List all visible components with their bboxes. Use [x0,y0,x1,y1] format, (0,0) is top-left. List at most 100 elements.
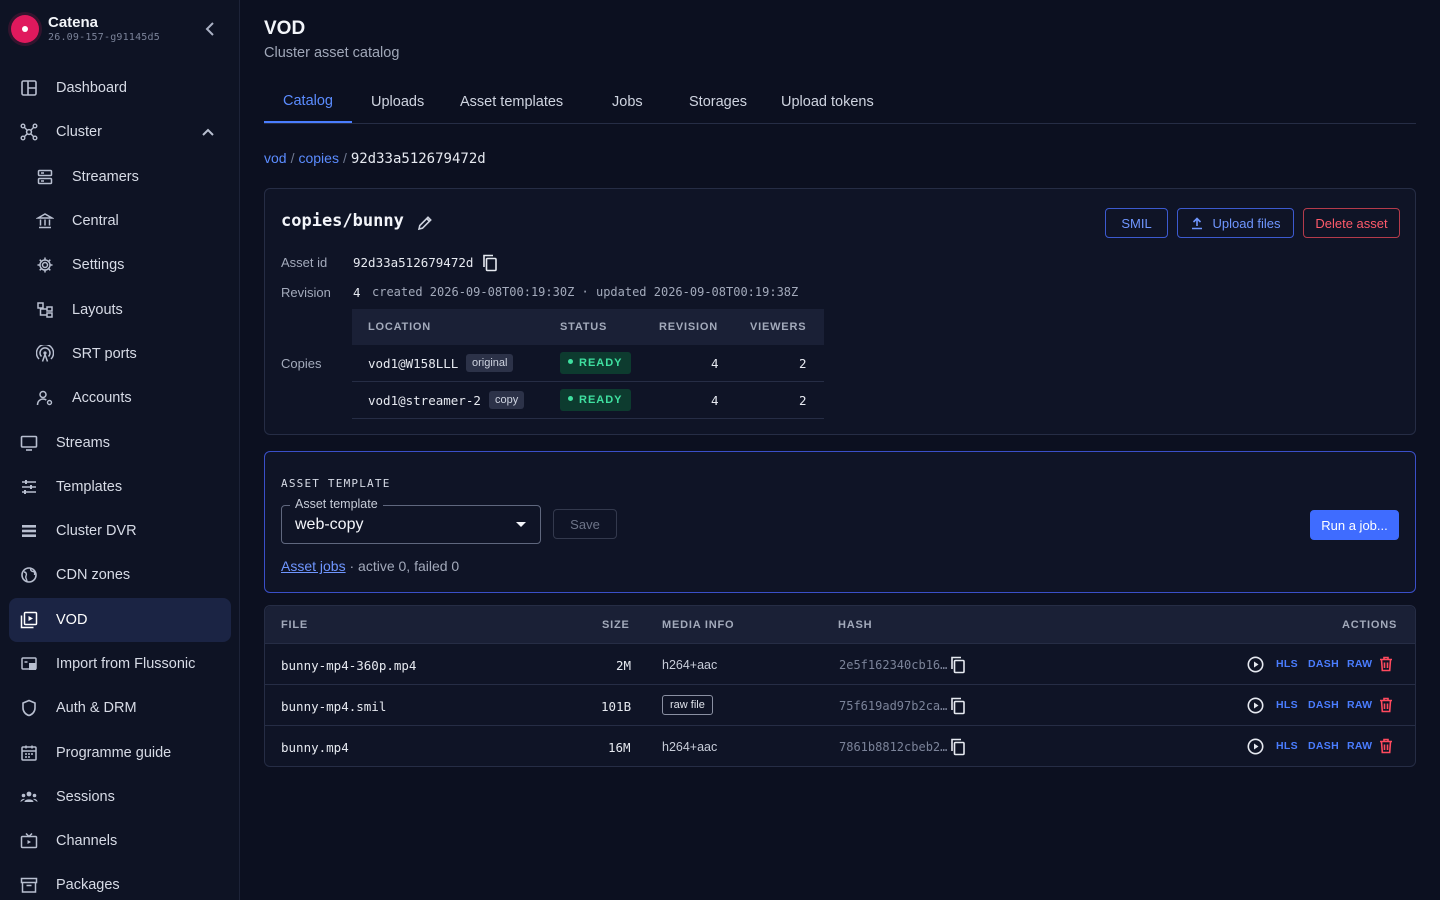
sidebar-item-cdn-zones[interactable]: CDN zones [0,553,239,597]
dash-link[interactable]: DASH [1308,699,1339,711]
raw-link[interactable]: RAW [1347,699,1372,711]
sidebar-item-streamers[interactable]: Streamers [0,155,239,199]
copy-icon[interactable] [950,697,966,715]
sidebar-item-central[interactable]: Central [0,199,239,243]
calendar-icon [20,744,38,762]
sidebar-item-cluster-dvr[interactable]: Cluster DVR [0,509,239,553]
bank-icon [36,212,54,230]
sidebar-item-label: Central [72,213,119,230]
breadcrumb-vod[interactable]: vod [264,150,287,166]
sidebar-item-label: Programme guide [56,744,172,761]
users-icon [20,788,38,806]
asset-name: copies/bunny [281,211,404,231]
sidebar-item-dashboard[interactable]: Dashboard [0,66,239,110]
play-icon[interactable] [1247,656,1264,673]
raw-link[interactable]: RAW [1347,658,1372,670]
tv-icon [20,832,38,850]
sidebar-item-label: Import from Flussonic [56,656,196,672]
brand: Catena 26.09-157-g91145d5 [0,0,239,60]
sidebar-item-srt-ports[interactable]: SRT ports [0,332,239,376]
asset-template-value: web-copy [295,516,364,533]
hls-link[interactable]: HLS [1276,699,1298,711]
brand-version: 26.09-157-g91145d5 [48,32,160,43]
sidebar-item-label: Auth & DRM [56,700,137,717]
file-hash: 7861b8812cbeb2… [839,740,948,754]
hls-link[interactable]: HLS [1276,740,1298,752]
breadcrumb-copies[interactable]: copies [298,150,338,166]
tab-storages[interactable]: Storages [689,80,747,123]
status-badge: READY [560,389,631,411]
sidebar-item-accounts[interactable]: Accounts [0,376,239,420]
asset-jobs-link[interactable]: Asset jobs [281,558,346,574]
cluster-icon [20,123,38,141]
copy-role-tag: original [466,354,514,372]
save-button[interactable]: Save [553,509,617,539]
copy-role-tag: copy [489,391,525,409]
sidebar-item-vod[interactable]: VOD [9,597,231,642]
chevron-left-icon [205,22,214,36]
tab-bar: Catalog Uploads Asset templates Jobs Sto… [264,80,1416,124]
tab-asset-templates[interactable]: Asset templates [460,80,563,123]
tab-jobs[interactable]: Jobs [612,80,643,123]
sidebar-item-layouts[interactable]: Layouts [0,287,239,331]
play-icon[interactable] [1247,738,1264,755]
sidebar-item-templates[interactable]: Templates [0,465,239,509]
table-row: vod1@streamer-2 copy READY 4 2 [352,382,824,419]
sidebar-item-settings[interactable]: Settings [0,243,239,287]
file-name: bunny.mp4 [281,740,349,755]
copy-location: vod1@W158LLL [368,356,459,371]
sidebar-item-import-flussonic[interactable]: Import from Flussonic [0,642,239,686]
monitor-icon [20,434,38,452]
tab-upload-tokens[interactable]: Upload tokens [781,80,874,123]
page-subtitle: Cluster asset catalog [264,45,400,61]
copy-viewers: 2 [799,356,807,371]
file-hash: 75f619ad97b2ca… [839,699,948,713]
sidebar-nav: Dashboard Cluster Streamers Central Sett… [0,66,239,900]
copy-icon[interactable] [950,656,966,674]
files-table: FILE SIZE MEDIA INFO HASH ACTIONS bunny-… [264,605,1416,767]
trash-icon[interactable] [1379,656,1393,672]
copy-icon[interactable] [482,254,498,272]
copy-icon[interactable] [950,738,966,756]
tab-catalog[interactable]: Catalog [264,80,352,123]
upload-files-button[interactable]: Upload files [1177,208,1294,238]
server-icon [36,168,54,186]
sidebar-item-label: Sessions [56,788,115,805]
asset-template-select[interactable]: Asset template web-copy [281,497,541,544]
col-file: FILE [281,619,309,631]
pencil-icon[interactable] [416,214,434,232]
caret-down-icon [516,522,526,527]
sidebar-item-sessions[interactable]: Sessions [0,775,239,819]
revision-value: 4 [353,285,361,300]
dash-link[interactable]: DASH [1308,740,1339,752]
shield-icon [20,699,38,717]
sidebar-item-streams[interactable]: Streams [0,420,239,464]
hls-link[interactable]: HLS [1276,658,1298,670]
sidebar-item-label: Streams [56,434,110,451]
chevron-up-icon [201,125,215,139]
col-actions: ACTIONS [1342,619,1398,631]
tab-uploads[interactable]: Uploads [371,80,424,123]
play-icon[interactable] [1247,697,1264,714]
run-job-button[interactable]: Run a job... [1310,510,1399,540]
col-hash: HASH [838,619,873,631]
trash-icon[interactable] [1379,697,1393,713]
sidebar-item-label: Packages [56,877,120,894]
page-title: VOD [264,18,306,39]
trash-icon[interactable] [1379,738,1393,754]
sidebar-item-cluster[interactable]: Cluster [0,110,239,154]
status-badge: READY [560,352,631,374]
sidebar-item-programme-guide[interactable]: Programme guide [0,730,239,774]
sidebar-item-channels[interactable]: Channels [0,819,239,863]
delete-asset-button[interactable]: Delete asset [1303,208,1400,238]
sidebar-item-auth-drm[interactable]: Auth & DRM [0,686,239,730]
sidebar-item-packages[interactable]: Packages [0,863,239,900]
dash-link[interactable]: DASH [1308,658,1339,670]
raw-link[interactable]: RAW [1347,740,1372,752]
section-label: ASSET TEMPLATE [281,477,391,490]
col-location: LOCATION [368,321,432,333]
smil-button[interactable]: SMIL [1105,208,1168,238]
sidebar-item-label: VOD [56,611,88,628]
collapse-sidebar-button[interactable] [198,18,222,40]
table-row: vod1@W158LLL original READY 4 2 [352,345,824,382]
